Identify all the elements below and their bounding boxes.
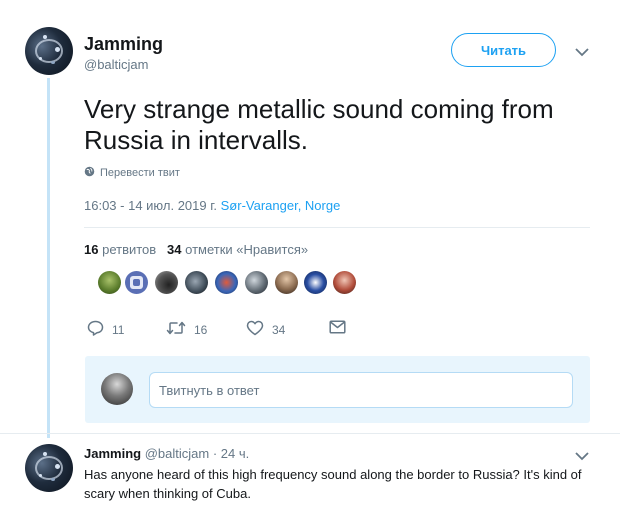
liker-avatar[interactable] [155, 271, 178, 294]
reply-author-handle[interactable]: @balticjam [145, 446, 210, 461]
liker-avatar[interactable] [245, 271, 268, 294]
reply-input[interactable]: Твитнуть в ответ [149, 372, 573, 408]
likes-count: 34 [167, 242, 182, 257]
liker-avatar[interactable] [275, 271, 298, 294]
likes-label: отметки «Нравится» [185, 242, 309, 257]
author-handle[interactable]: @balticjam [84, 57, 149, 72]
divider [84, 227, 590, 228]
liker-avatar[interactable] [304, 271, 327, 294]
heart-icon [246, 320, 264, 339]
chevron-down-icon[interactable] [572, 448, 592, 464]
translate-link[interactable]: Перевести твит [84, 166, 180, 180]
liker-avatar[interactable] [185, 271, 208, 294]
like-action[interactable]: 34 [246, 320, 285, 339]
reply-count: 11 [112, 322, 125, 337]
reply-action[interactable]: 11 [87, 320, 124, 339]
author-name[interactable]: Jamming [84, 34, 163, 55]
follow-button[interactable]: Читать [451, 33, 556, 67]
location-link[interactable]: Sør-Varanger, Norge [221, 198, 341, 213]
thread-line [47, 78, 50, 438]
chevron-down-icon[interactable] [572, 44, 592, 60]
reply-text: Has anyone heard of this high frequency … [84, 467, 582, 501]
author-avatar[interactable] [25, 27, 73, 75]
liker-avatar[interactable] [333, 271, 356, 294]
liker-avatar[interactable] [98, 271, 121, 294]
retweets-label: ретвитов [102, 242, 157, 257]
tweet-meta: 16:03 - 14 июл. 2019 г. Sør-Varanger, No… [84, 198, 340, 213]
like-count: 34 [272, 322, 286, 337]
retweet-icon [166, 320, 186, 339]
retweets-stat[interactable]: 16 ретвитов [84, 242, 156, 257]
timestamp[interactable]: 16:03 - 14 июл. 2019 г. [84, 198, 217, 213]
divider [0, 433, 620, 434]
liker-avatar[interactable] [215, 271, 238, 294]
retweet-count: 16 [194, 322, 208, 337]
current-user-avatar[interactable] [101, 373, 133, 405]
reply-time[interactable]: · 24 ч. [213, 446, 249, 461]
retweet-action[interactable]: 16 [166, 320, 207, 339]
reply-header: Jamming @balticjam · 24 ч. [84, 446, 249, 461]
globe-icon [84, 166, 95, 180]
direct-message-action[interactable] [329, 320, 346, 337]
message-icon [329, 320, 346, 337]
likes-stat[interactable]: 34 отметки «Нравится» [167, 242, 308, 257]
tweet-text: Very strange metallic sound coming from … [84, 94, 554, 155]
reply-icon [87, 320, 104, 339]
tweet-stats: 16 ретвитов 34 отметки «Нравится» [84, 242, 308, 257]
reply-author-name[interactable]: Jamming [84, 446, 141, 461]
translate-label: Перевести твит [100, 167, 180, 179]
liker-avatar[interactable] [125, 271, 148, 294]
reply-author-avatar[interactable] [25, 444, 73, 492]
retweets-count: 16 [84, 242, 99, 257]
